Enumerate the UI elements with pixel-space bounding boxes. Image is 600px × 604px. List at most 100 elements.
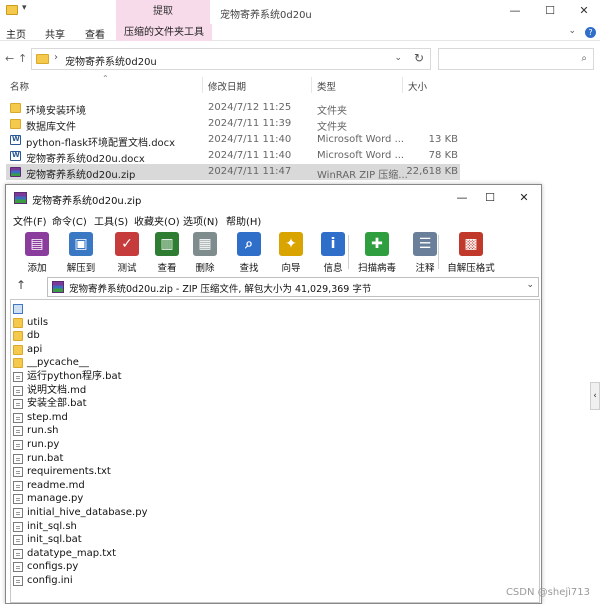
quick-access-dropdown-icon[interactable]: ▾	[22, 3, 27, 13]
word-document-icon	[10, 135, 21, 145]
close-button[interactable]: ✕	[514, 190, 534, 206]
file-icon	[13, 562, 23, 573]
breadcrumb-separator-icon[interactable]: ›	[54, 52, 58, 63]
menu-commands[interactable]: 命令(C)	[52, 213, 87, 228]
file-size: 22,618 KB	[406, 166, 458, 177]
entry-name: 说明文档.md	[27, 384, 87, 396]
file-icon	[13, 535, 23, 546]
archive-path: 宠物寄养系统0d20u.zip - ZIP 压缩文件, 解包大小为 41,029…	[69, 284, 372, 295]
column-divider[interactable]	[311, 77, 312, 93]
file-row[interactable]: 数据库文件 2024/7/11 11:39 文件夹	[6, 116, 460, 133]
tab-share[interactable]: 共享	[45, 26, 65, 41]
menu-file[interactable]: 文件(F)	[13, 213, 47, 228]
column-type[interactable]: 类型	[317, 79, 336, 93]
up-arrow-icon[interactable]: ↑	[18, 52, 27, 65]
file-icon	[13, 412, 23, 423]
toolbar-button[interactable]: ✦ 向导	[268, 231, 314, 274]
entry-name: utils	[27, 316, 49, 328]
file-icon	[13, 440, 23, 450]
back-arrow-icon[interactable]: ←	[5, 52, 14, 65]
file-type: WinRAR ZIP 压缩...	[317, 170, 408, 181]
toolbar-label: 查找	[239, 263, 259, 274]
expand-ribbon-icon[interactable]: ⌄	[568, 26, 576, 36]
address-row: ← ↑ › 宠物寄养系统0d20u ⌄ ↻ ⌕	[0, 41, 600, 75]
file-row[interactable]: 宠物寄养系统0d20u.docx 2024/7/11 11:40 Microsoft…	[6, 148, 460, 165]
toolbar-button[interactable]: ▦ 删除	[182, 231, 228, 274]
toolbar-button[interactable]: ▣ 解压到	[58, 231, 104, 274]
toolbar-button[interactable]: ✚ 扫描病毒	[354, 231, 400, 274]
menu-options[interactable]: 选项(N)	[183, 213, 218, 228]
toolbar-separator	[438, 235, 439, 269]
toolbar-label: 解压到	[66, 263, 96, 274]
file-icon	[13, 508, 23, 518]
file-row[interactable]: python-flask环境配置文档.docx 2024/7/11 11:40 Mi…	[6, 132, 460, 149]
folder-icon	[10, 119, 21, 129]
tab-extract[interactable]: 提取	[116, 0, 210, 24]
minimize-button[interactable]: —	[505, 3, 525, 19]
refresh-icon[interactable]: ↻	[414, 51, 424, 65]
path-dropdown[interactable]: 宠物寄养系统0d20u.zip - ZIP 压缩文件, 解包大小为 41,029…	[47, 277, 539, 297]
file-date: 2024/7/11 11:40	[208, 134, 292, 145]
chevron-down-icon[interactable]: ⌄	[526, 280, 534, 290]
breadcrumb[interactable]: 宠物寄养系统0d20u	[65, 53, 157, 68]
maximize-button[interactable]: ☐	[480, 190, 500, 206]
column-divider[interactable]	[402, 77, 403, 93]
toolbar-button[interactable]: ▩ 自解压格式	[440, 231, 502, 274]
help-icon[interactable]: ?	[585, 27, 596, 38]
close-button[interactable]: ✕	[574, 3, 594, 19]
add-archive-icon: ▤	[25, 232, 49, 256]
file-name: 环境安装环境	[26, 106, 86, 117]
word-document-icon	[10, 151, 21, 161]
maximize-button[interactable]: ☐	[540, 3, 560, 19]
file-name: 数据库文件	[26, 122, 76, 133]
entry-name: initial_hive_database.py	[27, 507, 148, 518]
search-input[interactable]: ⌕	[438, 48, 594, 70]
column-size[interactable]: 大小	[408, 79, 427, 93]
entry-name: config.ini	[27, 575, 73, 586]
entry-name: api	[27, 343, 43, 355]
parent-folder-icon	[13, 304, 23, 314]
column-name[interactable]: 名称	[10, 79, 29, 93]
column-date[interactable]: 修改日期	[208, 79, 246, 93]
tab-compressed-folder-tools[interactable]: 压缩的文件夹工具	[116, 24, 212, 41]
entry-name: init_sql.sh	[27, 520, 77, 532]
file-name: python-flask环境配置文档.docx	[26, 138, 176, 149]
explorer-title-bar: ▾ 提取 宠物寄养系统0d20u — ☐ ✕	[0, 0, 600, 24]
toolbar-label: 扫描病毒	[357, 263, 396, 274]
winrar-window: 宠物寄养系统0d20u.zip — ☐ ✕ 文件(F) 命令(C) 工具(S) …	[5, 184, 542, 604]
file-icon	[13, 521, 23, 532]
archive-file-list[interactable]: utils db api __pycache__ 运行python程序.bat 说明文档.…	[10, 299, 540, 603]
tab-view[interactable]: 查看	[85, 26, 105, 41]
toolbar-button[interactable]: ⌕ 查找	[226, 231, 272, 274]
menu-favorites[interactable]: 收藏夹(O)	[134, 213, 180, 228]
file-type: Microsoft Word ...	[317, 134, 405, 145]
chevron-left-icon[interactable]: ‹	[590, 382, 600, 410]
entry-name: run.bat	[27, 452, 64, 464]
extract-folder-icon: ▣	[69, 232, 93, 256]
file-icon	[13, 494, 23, 505]
address-dropdown-icon[interactable]: ⌄	[394, 53, 402, 63]
minimize-button[interactable]: —	[452, 190, 472, 206]
column-divider[interactable]	[202, 77, 203, 93]
menu-tools[interactable]: 工具(S)	[94, 213, 128, 228]
ribbon-tabs: 主页 共享 查看 压缩的文件夹工具 ⌄ ?	[0, 24, 600, 41]
menu-help[interactable]: 帮助(H)	[226, 213, 261, 228]
toolbar-button[interactable]: ▤ 添加	[14, 231, 60, 274]
folder-icon[interactable]	[6, 5, 18, 15]
entry-name: requirements.txt	[27, 466, 111, 478]
file-type: 文件夹	[317, 106, 347, 117]
tab-home[interactable]: 主页	[6, 26, 26, 41]
toolbar-button[interactable]: i 信息	[310, 231, 356, 274]
up-arrow-icon[interactable]: ↑	[16, 278, 26, 292]
view-book-icon: ▥	[155, 232, 179, 256]
entry-name: configs.py	[27, 561, 79, 573]
toolbar: ▤ 添加 ▣ 解压到 ✓ 测试 ▥ 查看 ▦ 删除 ⌕ 查找 ✦ 向导 i 信息 ✚ 扫描病毒 ☰ 注释 ▩ 自解压格式	[6, 229, 541, 275]
address-bar[interactable]: › 宠物寄养系统0d20u ⌄ ↻	[31, 48, 431, 70]
file-size: 78 KB	[428, 150, 458, 161]
file-row[interactable]: 环境安装环境 2024/7/12 11:25 文件夹	[6, 100, 460, 117]
search-icon: ⌕	[581, 53, 587, 64]
file-date: 2024/7/11 11:47	[208, 166, 292, 177]
winrar-archive-icon	[10, 167, 21, 177]
entry-name: datatype_map.txt	[27, 547, 117, 559]
file-row[interactable]: 宠物寄养系统0d20u.zip 2024/7/11 11:47 WinRAR ZIP…	[6, 164, 460, 181]
